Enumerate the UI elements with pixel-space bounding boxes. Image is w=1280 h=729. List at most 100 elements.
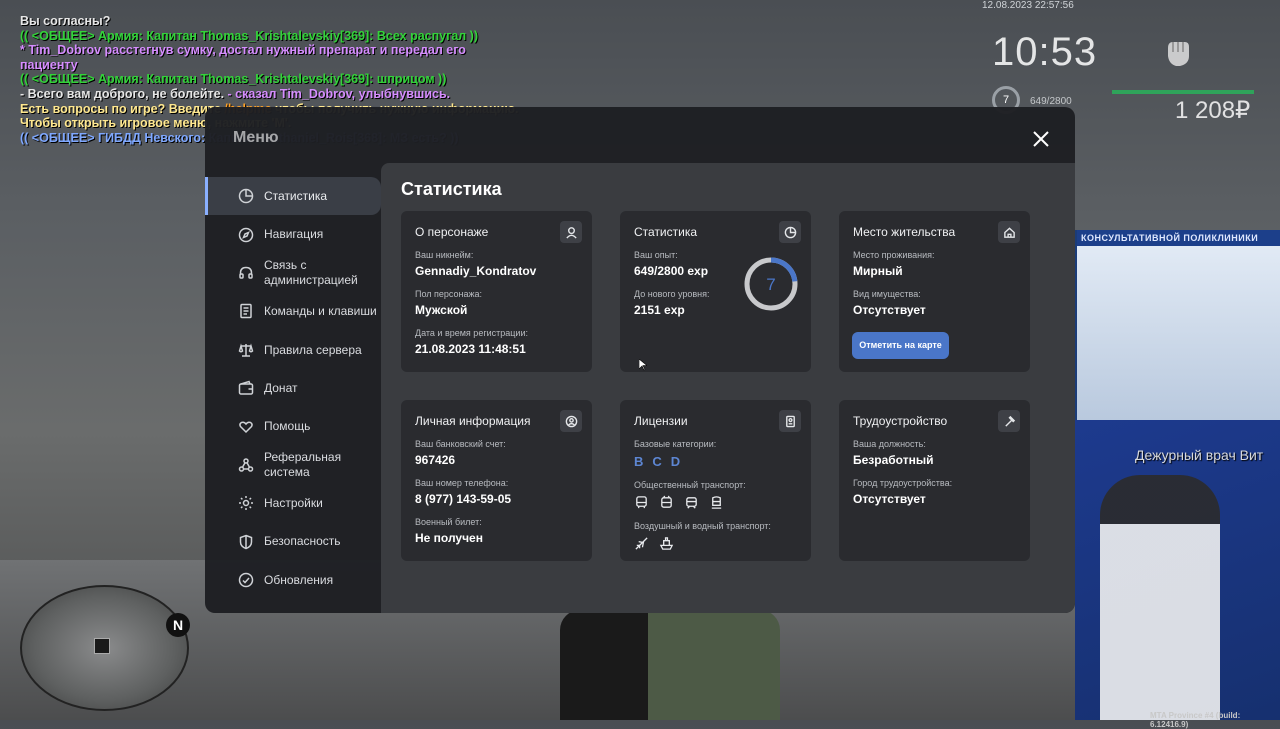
sidebar-item-headset[interactable]: Связь с администрацией [205, 254, 381, 292]
sidebar-item-wallet[interactable]: Донат [205, 369, 381, 407]
home-icon [998, 221, 1020, 243]
sidebar: Статистика Навигация Связь с администрацие… [205, 177, 381, 599]
sidebar-item-shield[interactable]: Безопасность [205, 523, 381, 561]
military-value: Не получен [415, 531, 483, 545]
sidebar-item-gear[interactable]: Настройки [205, 484, 381, 522]
user-icon [560, 221, 582, 243]
license-category: C [652, 454, 662, 469]
registration-value: 21.08.2023 11:48:51 [415, 342, 526, 356]
chat-segment: - сказал Tim_Dobrov, улыбнувшись. [227, 86, 451, 101]
build-info: MTA Province #4 (build: 6.12416.9) [1150, 711, 1241, 729]
heart-hand-icon [237, 418, 255, 436]
sidebar-item-document[interactable]: Команды и клавиши [205, 292, 381, 330]
military-label: Военный билет: [415, 517, 482, 527]
phone-value: 8 (977) 143-59-05 [415, 492, 512, 506]
sidebar-item-label: Настройки [264, 496, 323, 511]
card-title: Лицензии [634, 414, 688, 428]
boat-icon [659, 537, 674, 550]
chat-segment: * Tim_Dobrov расстегнув сумку, достал ну… [20, 43, 466, 72]
residence-value: Мирный [853, 264, 903, 278]
sidebar-item-label: Безопасность [264, 534, 341, 549]
work-city-value: Отсутствует [853, 492, 926, 506]
page-title: Статистика [401, 179, 502, 199]
property-label: Вид имущества: [853, 289, 921, 299]
public-transport-label: Общественный транспорт: [634, 480, 746, 490]
hud-datetime: 12.08.2023 22:57:56 [982, 0, 1074, 11]
card-title: Место жительства [853, 225, 956, 239]
chat-line: (( <ОБЩЕЕ> Армия: Капитан Thomas_Krishta… [20, 29, 520, 44]
work-city-label: Город трудоустройства: [853, 478, 953, 488]
chat-segment: (( <ОБЩЕЕ> Армия: Капитан Thomas_Krishta… [20, 72, 447, 87]
chat-line: - Всего вам доброго, не болейте. - сказа… [20, 87, 520, 102]
player-marker-icon [94, 638, 110, 654]
air-water-icons [634, 536, 797, 551]
card-title: Статистика [634, 225, 698, 239]
license-categories: B C D [634, 454, 797, 469]
fist-icon [1160, 34, 1196, 70]
sidebar-item-label: Обновления [264, 572, 334, 587]
chat-segment: - Всего вам доброго, не болейте. [20, 86, 228, 101]
sidebar-item-label: Команды и клавиши [264, 304, 377, 319]
train-icon [711, 496, 722, 509]
close-icon [1033, 131, 1049, 147]
card-residence: Место жительства Место проживания: Мирны… [839, 211, 1030, 372]
card-character: О персонаже Ваш никнейм: Gennadiy_Kondra… [401, 211, 592, 372]
residence-label: Место проживания: [853, 250, 935, 260]
mark-on-map-button[interactable]: Отметить на карте [852, 332, 949, 359]
plane-icon [635, 537, 648, 550]
close-button[interactable] [1031, 129, 1051, 149]
refresh-icon [237, 571, 255, 589]
clinic-wall: КОНСУЛЬТАТИВНОЙ ПОЛИКЛИНИКИ [1075, 230, 1280, 420]
hud-clock: 10:53 [992, 30, 1098, 74]
player-character [560, 610, 780, 720]
clinic-sign: КОНСУЛЬТАТИВНОЙ ПОЛИКЛИНИКИ [1077, 230, 1280, 246]
sidebar-item-pie-chart[interactable]: Статистика [205, 177, 381, 216]
position-label: Ваша должность: [853, 439, 926, 449]
sidebar-item-label: Помощь [264, 419, 311, 434]
card-licenses: Лицензии Базовые категории: B C D Общест… [620, 400, 811, 561]
hud-money: 1 208₽ [1175, 97, 1251, 124]
hud-health-bar [1112, 90, 1254, 94]
network-icon [237, 456, 255, 474]
shield-icon [237, 533, 255, 551]
bank-label: Ваш банковский счет: [415, 439, 506, 449]
sidebar-item-label: Правила сервера [264, 342, 362, 357]
bank-value: 967426 [415, 453, 456, 467]
card-employment: Трудоустройство Ваша должность: Безработ… [839, 400, 1030, 561]
hammer-icon [998, 410, 1020, 432]
property-value: Отсутствует [853, 303, 926, 317]
sidebar-item-network[interactable]: Реферальная система [205, 446, 381, 484]
chat-segment: Есть вопросы по игре? Введите [20, 101, 225, 116]
level-number: 7 [766, 275, 775, 294]
sidebar-item-heart-hand[interactable]: Помощь [205, 407, 381, 445]
pie-chart-icon [237, 187, 255, 205]
bus-icon [636, 496, 647, 509]
public-transport-icons [634, 495, 797, 510]
gear-icon [237, 494, 255, 512]
sidebar-item-label: Реферальная система [264, 450, 342, 479]
sidebar-item-scales[interactable]: Правила сервера [205, 331, 381, 369]
basic-categories-label: Базовые категории: [634, 439, 717, 449]
sidebar-item-compass[interactable]: Навигация [205, 215, 381, 253]
license-icon [779, 410, 801, 432]
compass-icon [237, 226, 255, 244]
license-category: B [634, 454, 644, 469]
card-personal: Личная информация Ваш банковский счет: 9… [401, 400, 592, 561]
nickname-label: Ваш никнейм: [415, 250, 474, 260]
trolleybus-icon [661, 495, 672, 508]
card-title: Трудоустройство [853, 414, 948, 428]
registration-label: Дата и время регистрации: [415, 328, 528, 338]
doctor-npc [1100, 475, 1220, 720]
sidebar-item-label: Связь с администрацией [264, 258, 358, 287]
phone-label: Ваш номер телефона: [415, 478, 509, 488]
north-indicator: N [166, 613, 190, 637]
document-icon [237, 302, 255, 320]
position-value: Безработный [853, 453, 934, 467]
hud-exp: 649/2800 [1030, 96, 1072, 107]
user-circle-icon [560, 410, 582, 432]
sidebar-item-label: Статистика [264, 188, 328, 203]
sidebar-item-refresh[interactable]: Обновления [205, 561, 381, 599]
wallet-icon [237, 379, 255, 397]
npc-nametag: Дежурный врач Вит [1135, 447, 1264, 463]
card-stats: Статистика Ваш опыт: 649/2800 exp До нов… [620, 211, 811, 372]
